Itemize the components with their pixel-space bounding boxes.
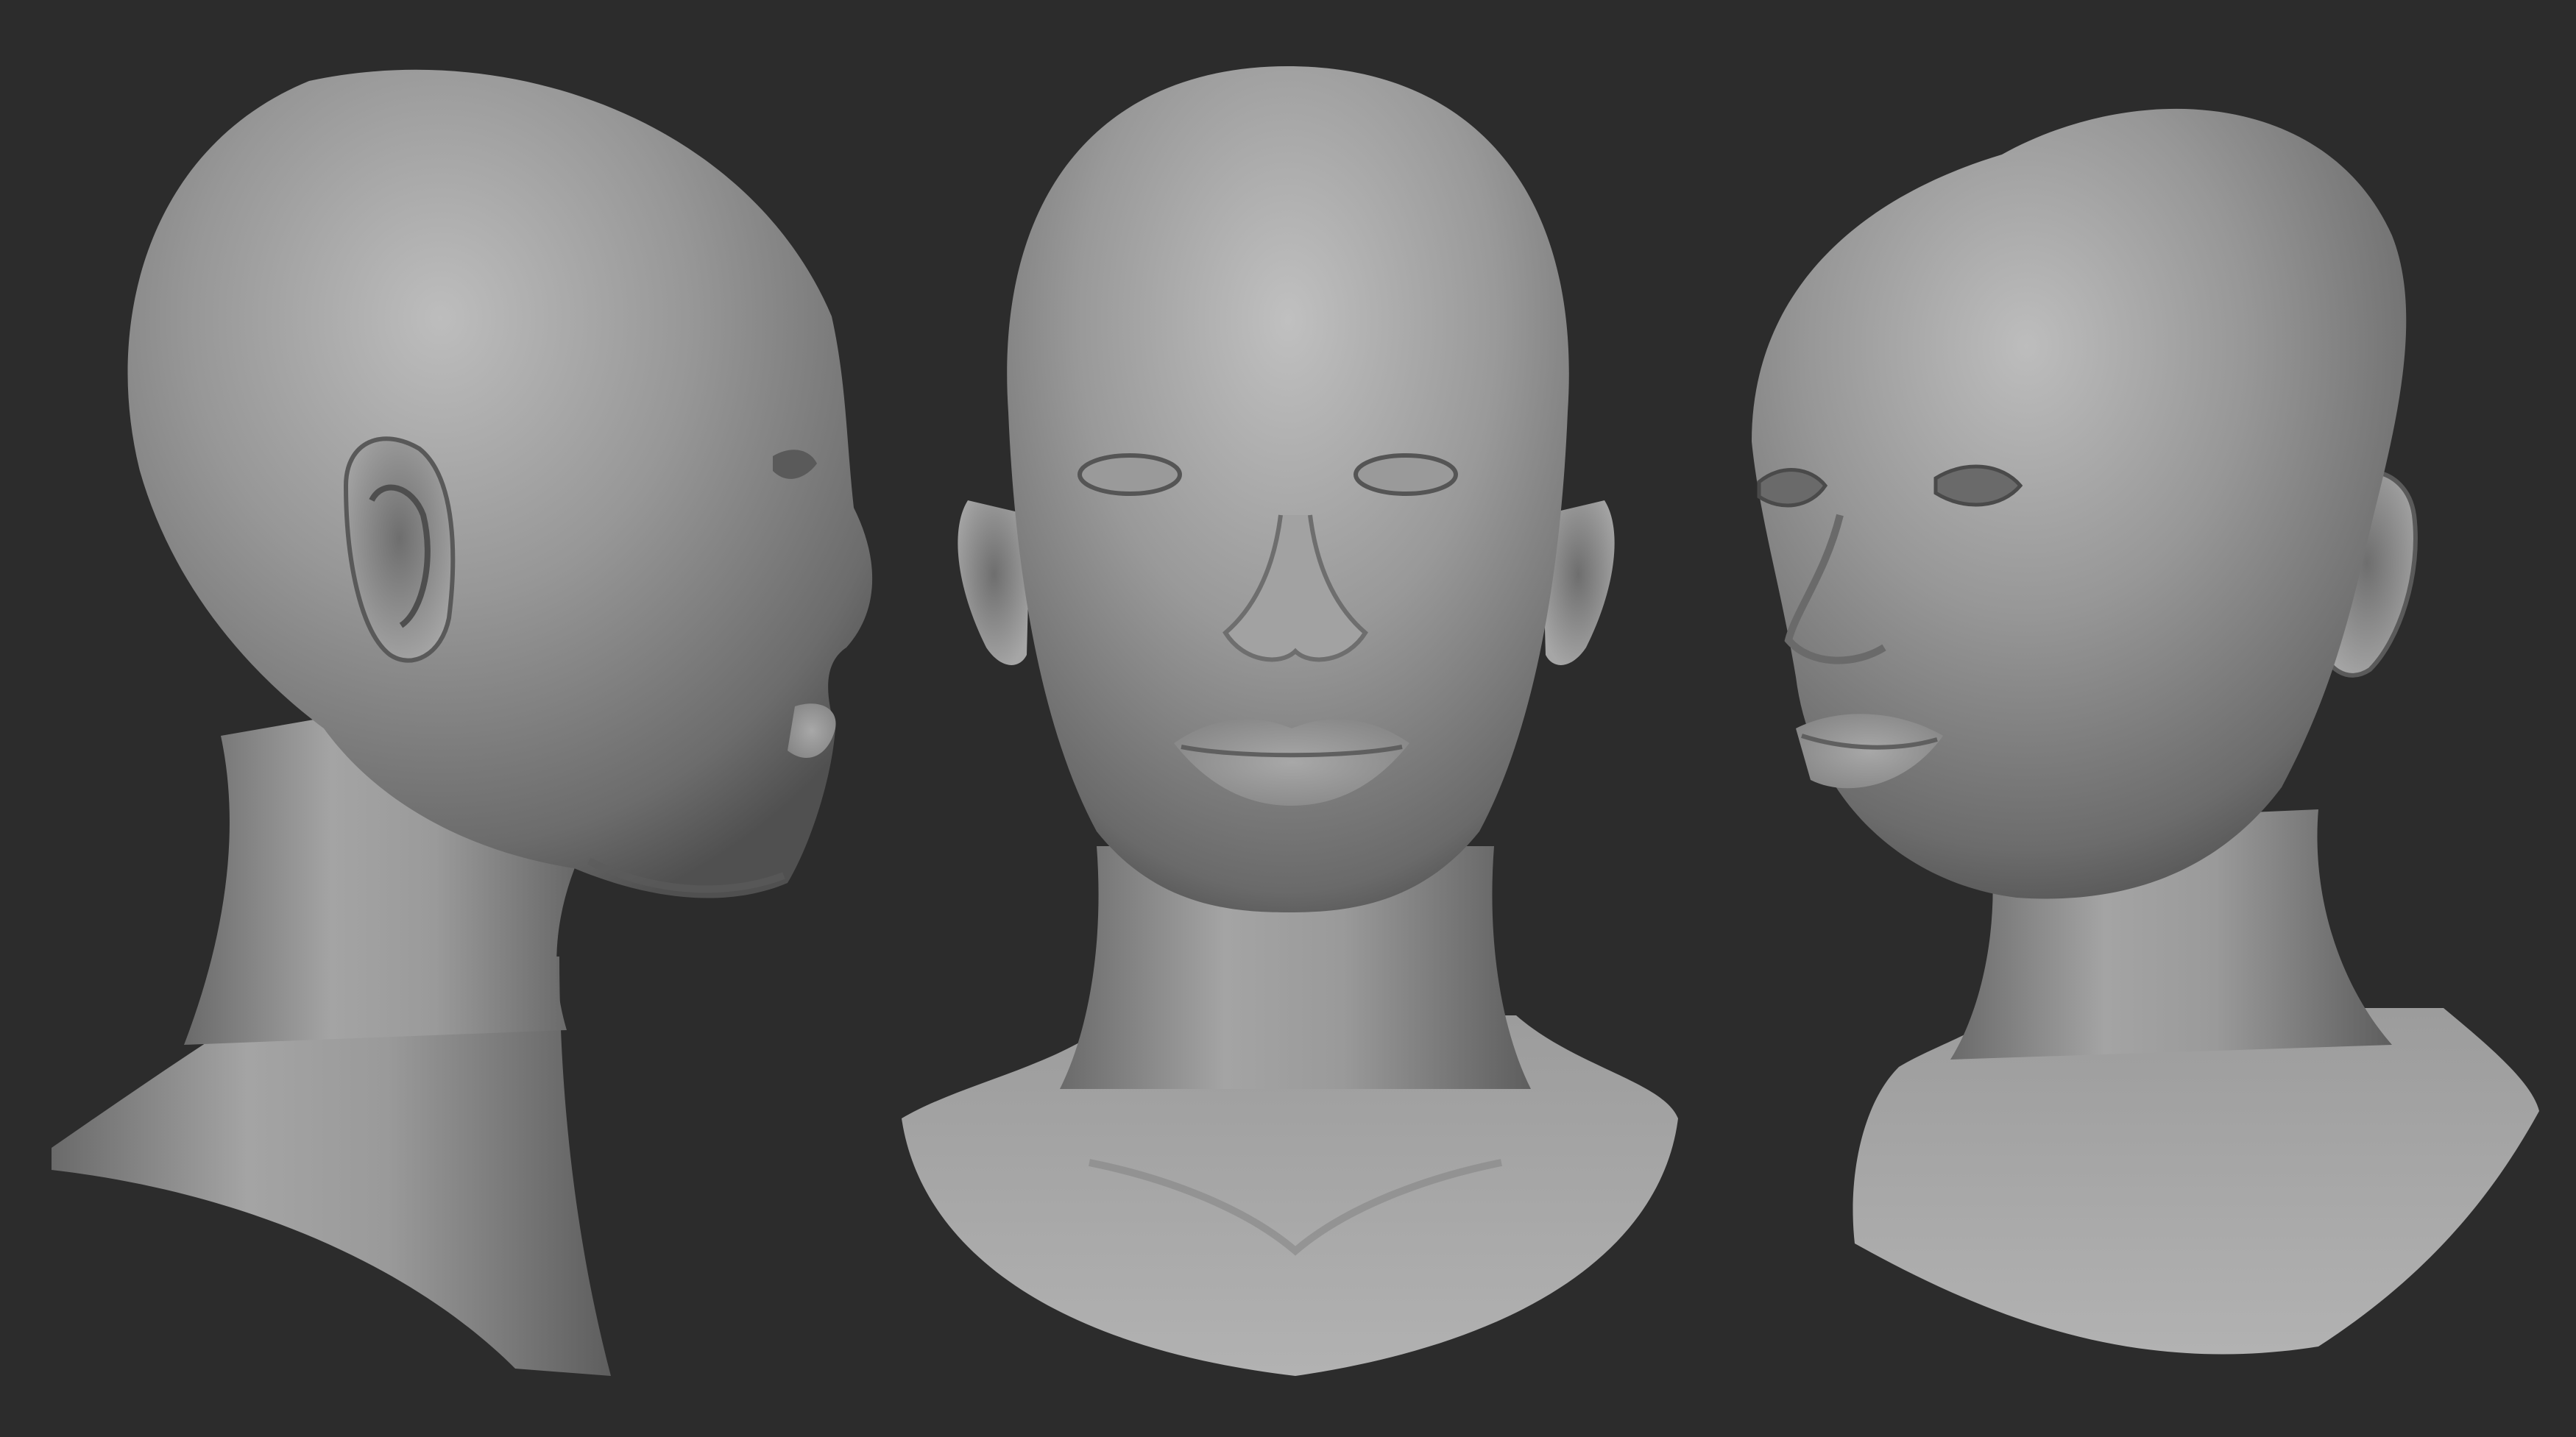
head-profile-view (52, 69, 873, 1376)
sculpt-render (52, 66, 2539, 1376)
front-eye-left (1078, 453, 1182, 496)
tq-chest (1853, 1008, 2539, 1355)
head-three-quarter-view (1752, 108, 2539, 1355)
head-front-view (902, 66, 1678, 1376)
front-eye-right (1354, 453, 1458, 496)
